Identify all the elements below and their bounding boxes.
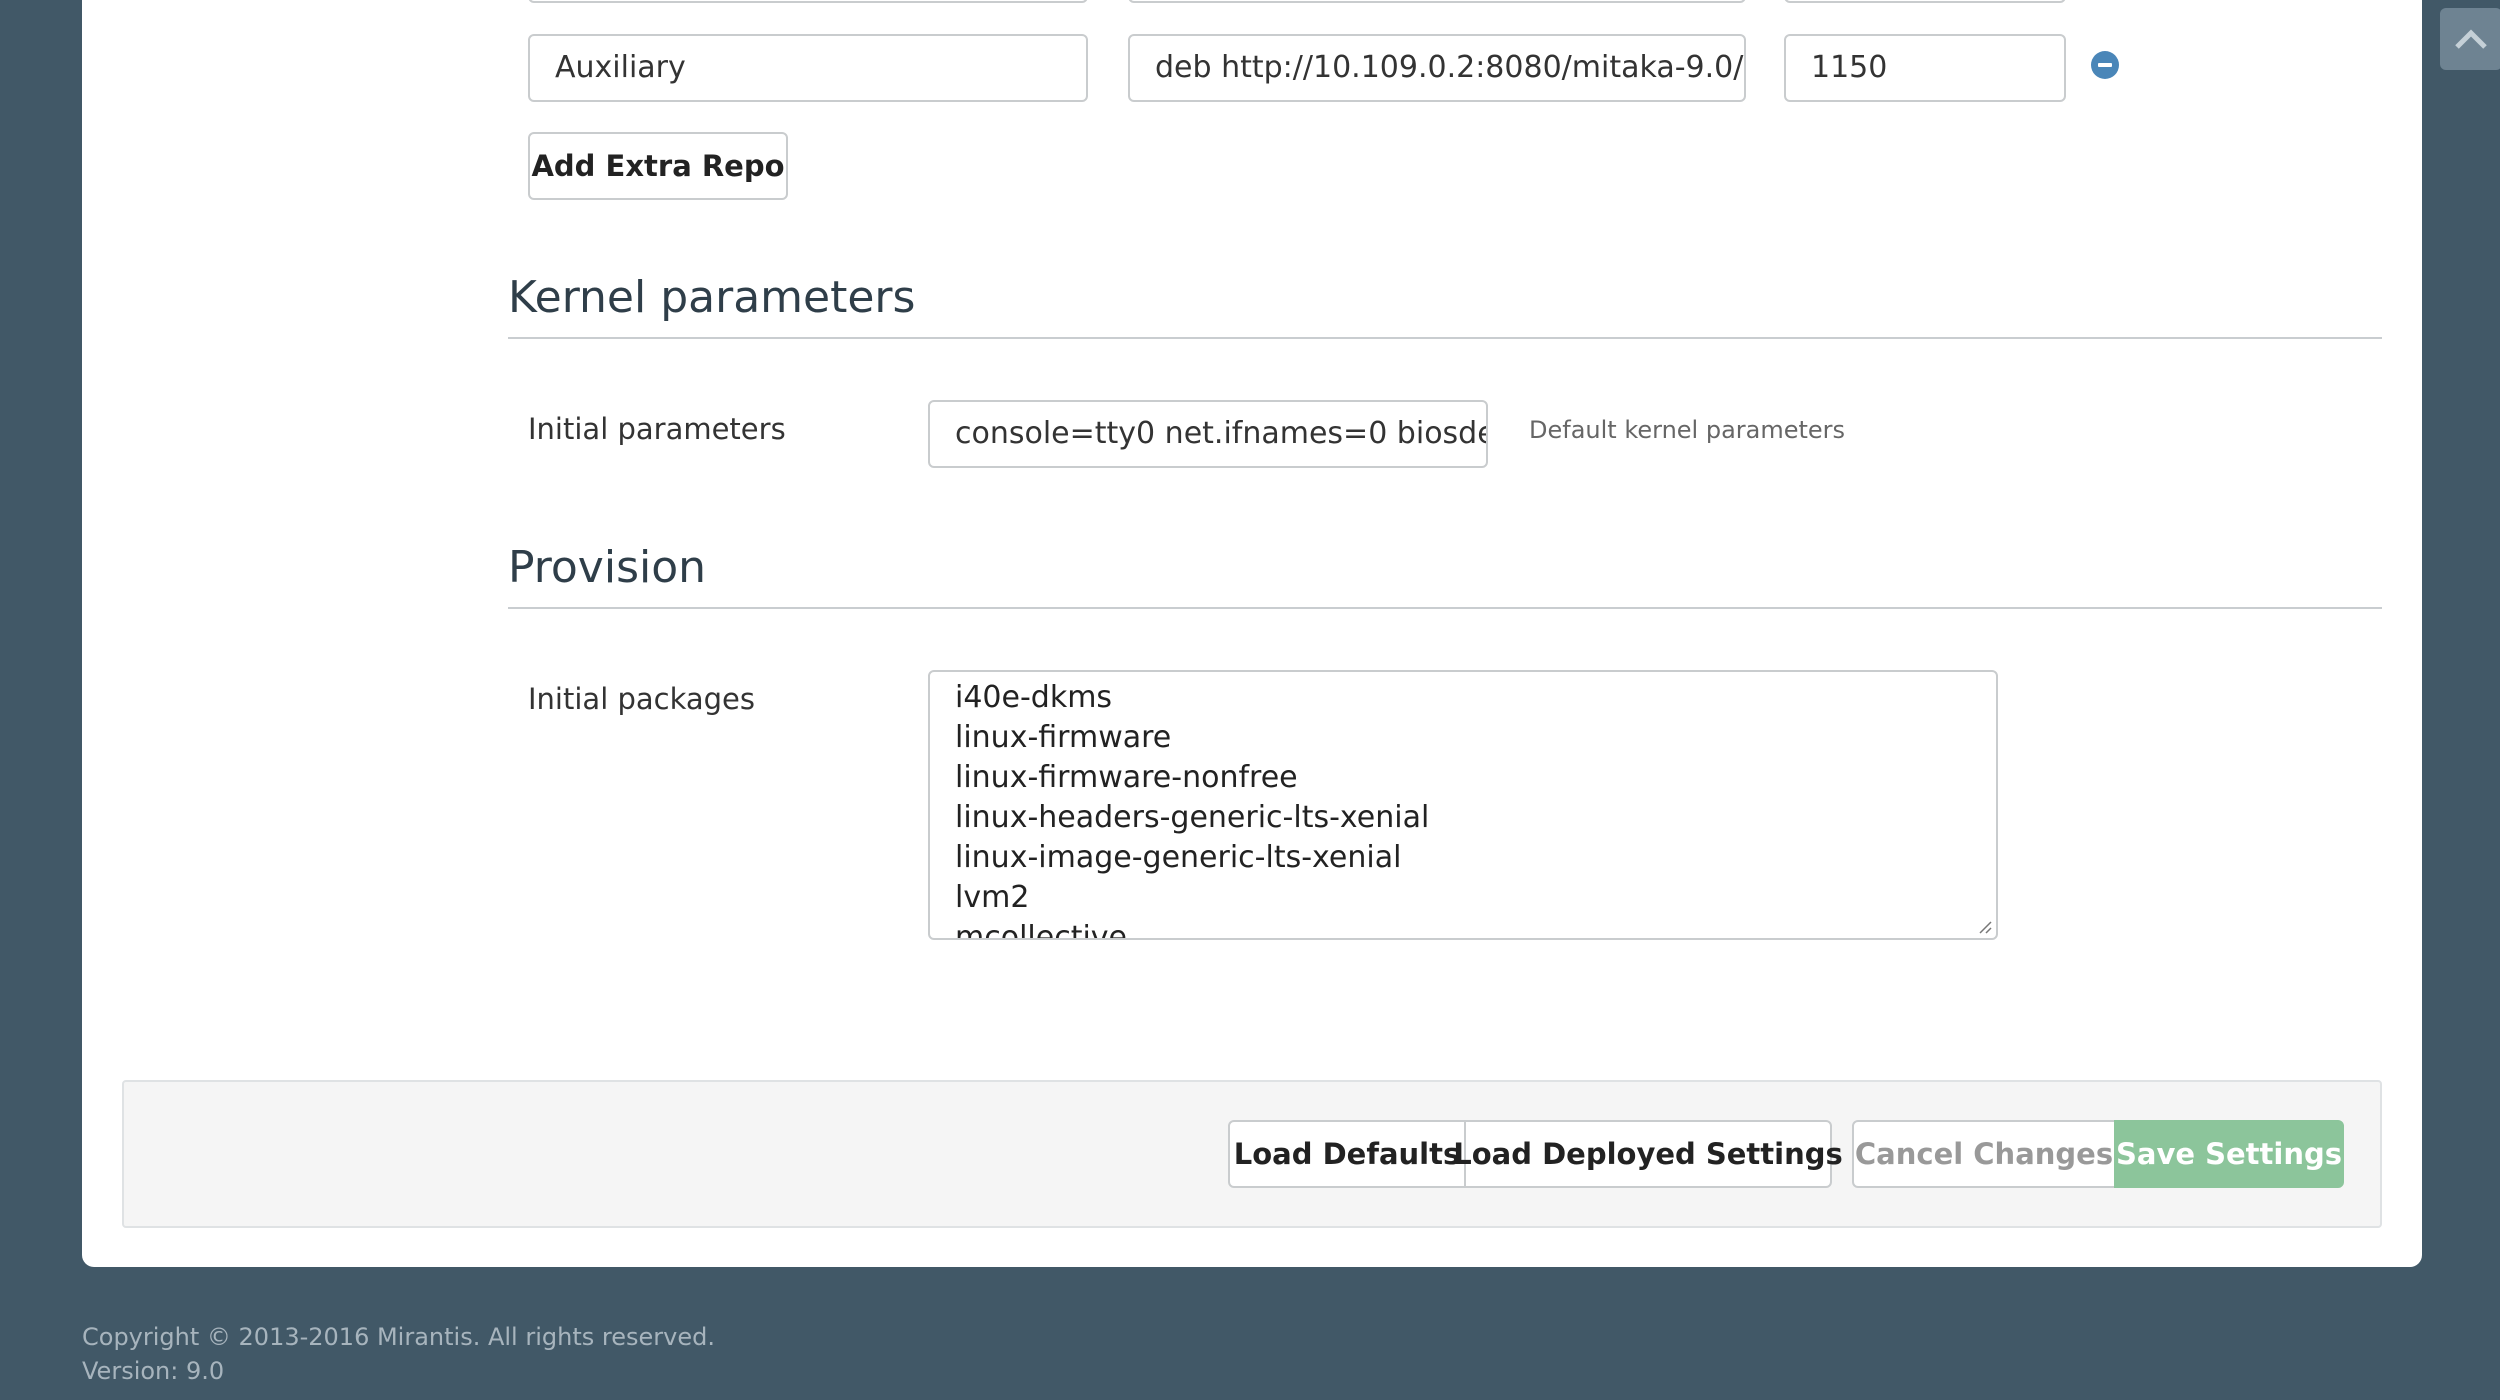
minus-circle-icon — [2091, 51, 2119, 79]
provision-section-title: Provision — [508, 542, 707, 593]
scroll-top-button[interactable] — [2440, 8, 2500, 70]
repo-priority-input-prev[interactable] — [1784, 0, 2066, 3]
settings-panel: Auxiliary deb http://10.109.0.2:8080/mit… — [82, 0, 2422, 1267]
add-extra-repo-button[interactable]: Add Extra Repo — [528, 132, 788, 200]
remove-repo-button[interactable] — [2090, 50, 2120, 80]
load-deployed-settings-button[interactable]: Load Deployed Settings — [1453, 1120, 1843, 1188]
package-line: linux-headers-generic-lts-xenial — [955, 800, 1430, 835]
package-line: lvm2 — [955, 880, 1030, 915]
settings-toolbar: Load Defaults Load Deployed Settings Can… — [122, 1080, 2382, 1228]
copyright-text: Copyright © 2013-2016 Mirantis. All righ… — [82, 1323, 715, 1351]
repo-uri-input-prev[interactable] — [1128, 0, 1746, 3]
kernel-section-divider — [508, 337, 2382, 339]
package-line: mcollective — [955, 920, 1128, 940]
repo-name-input-prev[interactable] — [528, 0, 1088, 3]
load-defaults-button[interactable]: Load Defaults — [1228, 1120, 1466, 1188]
package-line: linux-firmware — [955, 720, 1172, 755]
repo-uri-input[interactable]: deb http://10.109.0.2:8080/mitaka-9.0/ub… — [1128, 34, 1746, 102]
package-line: linux-image-generic-lts-xenial — [955, 840, 1402, 875]
package-line: i40e-dkms — [955, 680, 1113, 715]
resize-grip-icon[interactable] — [1976, 918, 1992, 934]
cancel-changes-button[interactable]: Cancel Changes — [1852, 1120, 2116, 1188]
version-text: Version: 9.0 — [82, 1357, 225, 1385]
kernel-parameters-hint: Default kernel parameters — [1529, 416, 1846, 444]
initial-packages-label: Initial packages — [528, 682, 756, 716]
initial-packages-textarea[interactable]: i40e-dkms linux-firmware linux-firmware-… — [928, 670, 1998, 940]
save-settings-button[interactable]: Save Settings — [2114, 1120, 2344, 1188]
repo-priority-input[interactable]: 1150 — [1784, 34, 2066, 102]
initial-parameters-label: Initial parameters — [528, 412, 786, 446]
initial-parameters-input[interactable]: console=tty0 net.ifnames=0 biosdevnar — [928, 400, 1488, 468]
kernel-section-title: Kernel parameters — [508, 272, 916, 323]
repo-name-input[interactable]: Auxiliary — [528, 34, 1088, 102]
package-line: linux-firmware-nonfree — [955, 760, 1298, 795]
chevron-up-icon — [2455, 29, 2487, 49]
provision-section-divider — [508, 607, 2382, 609]
